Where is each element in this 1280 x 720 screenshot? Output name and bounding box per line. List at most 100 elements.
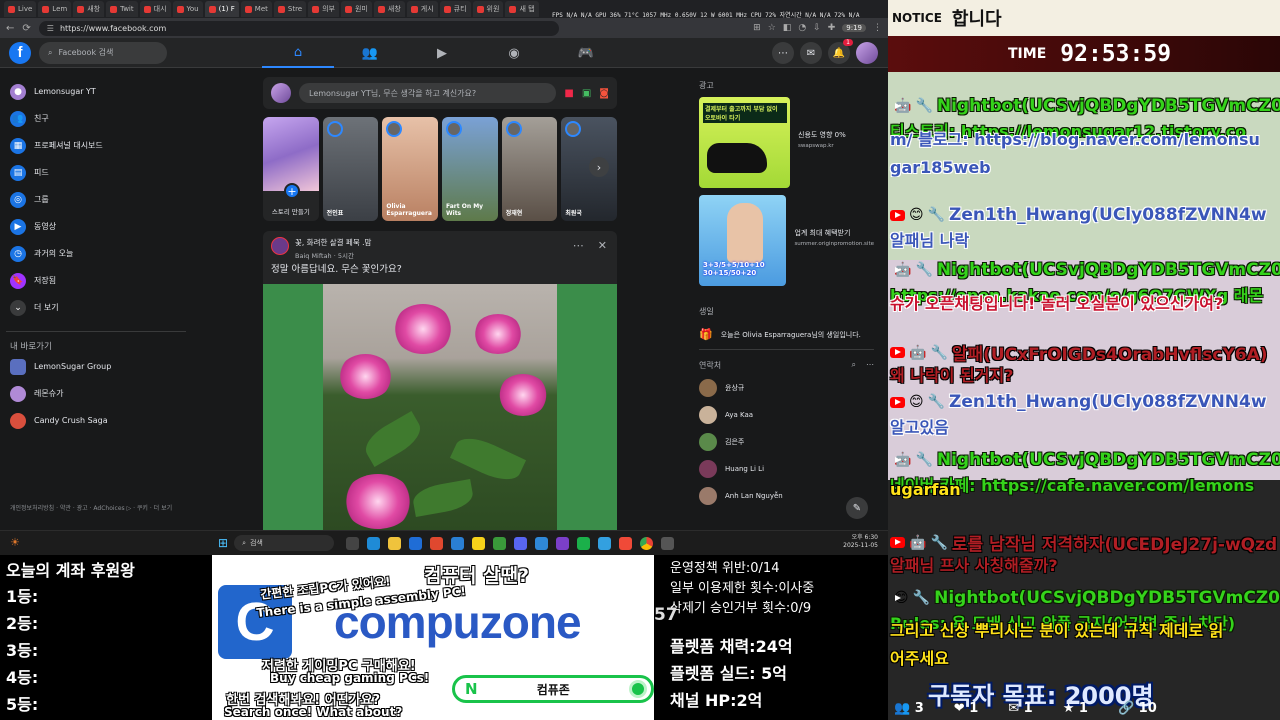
app-icon[interactable]	[619, 536, 633, 550]
sidebar-item[interactable]: ◷ 과거의 오늘	[6, 240, 186, 267]
nav-home-icon[interactable]: ⌂	[262, 38, 334, 68]
composer-avatar[interactable]	[271, 83, 291, 103]
story-card[interactable]: 전인표	[322, 117, 379, 221]
sidebar-item[interactable]: ◎ 그룹	[6, 186, 186, 213]
url-field[interactable]: ☰ https://www.facebook.com	[38, 20, 559, 36]
live-video-icon[interactable]: ■	[564, 88, 573, 99]
birthday-item[interactable]: 🎁 오늘은 Olivia Esparraguera님의 생일입니다.	[699, 320, 874, 350]
footer-links[interactable]: 개인정보처리방침 · 약관 · 광고 · AdChoices ▷ · 쿠키 · …	[10, 504, 185, 513]
app-icon[interactable]	[661, 536, 675, 550]
close-icon[interactable]: ✕	[598, 239, 607, 252]
menu-grid-icon[interactable]: ⋯	[772, 42, 794, 64]
story-card[interactable]: Fart On My Wits	[442, 117, 498, 221]
taskbar-search[interactable]: ⌕ 검색	[234, 535, 335, 551]
app-icon[interactable]	[577, 536, 591, 550]
plus-icon[interactable]: +	[284, 183, 300, 199]
contact-item[interactable]: 윤상규	[699, 374, 874, 401]
nav-groups-icon[interactable]: ◉	[478, 38, 550, 68]
post-time[interactable]: 5시간	[338, 252, 354, 260]
sponsored-ad[interactable]: 3+3/5+5/10+10 30+15/50+20 업계 최대 혜택받기 sum…	[699, 195, 874, 290]
notifications-bell-icon[interactable]: 🔔 1	[828, 39, 853, 64]
app-icon[interactable]	[430, 536, 444, 550]
composer-input[interactable]: Lemonsugar YT님, 무슨 생각을 하고 계신가요?	[299, 83, 557, 103]
contact-item[interactable]: Huang Li Li	[699, 455, 874, 482]
browser-tab[interactable]: Twit	[106, 1, 138, 17]
weather-icon[interactable]: ☀	[10, 536, 20, 549]
history-icon[interactable]: ◔	[798, 23, 806, 33]
browser-tab[interactable]: Stre	[273, 1, 307, 17]
browser-tab[interactable]: 대시	[139, 1, 171, 17]
app-icon[interactable]	[493, 536, 507, 550]
browser-tab[interactable]: Live	[4, 1, 37, 17]
search-icon[interactable]: ⌕	[852, 360, 856, 370]
sidebar-item[interactable]: ▦ 프로페셔널 대시보드	[6, 132, 186, 159]
browser-tab[interactable]: (1) F	[204, 1, 239, 17]
app-icon[interactable]	[514, 536, 528, 550]
sidebar-item[interactable]: ▶ 동영상	[6, 213, 186, 240]
app-icon[interactable]	[346, 536, 360, 550]
nav-friends-icon[interactable]: 👥	[334, 38, 406, 68]
sponsored-ad[interactable]: 결제부터 출고까지 부담 없이 오토바이 타기 신용도 영향 0% swapsw…	[699, 97, 874, 192]
reload-icon[interactable]: ⟳	[22, 23, 30, 34]
browser-tab[interactable]: You	[172, 1, 203, 17]
app-icon[interactable]	[367, 536, 381, 550]
story-card[interactable]: Olivia Esparraguera	[382, 117, 439, 221]
cast-icon[interactable]: ⊞	[753, 23, 761, 33]
more-options-icon[interactable]: ⋯	[573, 239, 584, 252]
browser-tab[interactable]: 위원	[472, 1, 504, 17]
contact-item[interactable]: Aya Kaa	[699, 401, 874, 428]
more-options-icon[interactable]: ⋯	[866, 360, 874, 370]
site-info-icon[interactable]: ☰	[47, 24, 54, 33]
browser-tab[interactable]: 새창	[73, 1, 105, 17]
sidebar-item[interactable]: 🔖 저장됨	[6, 267, 186, 294]
browser-tab[interactable]: 큐티	[439, 1, 471, 17]
sidebar-item[interactable]: ⌄ 더 보기	[6, 294, 186, 321]
shortcut-item[interactable]: LemonSugar Group	[6, 353, 186, 380]
post-group-name[interactable]: 꽃, 화려한 살결 페북 .맘	[295, 237, 371, 248]
browser-tab[interactable]: Met	[240, 1, 272, 17]
back-icon[interactable]: ←	[6, 23, 14, 34]
story-card[interactable]: 정재현	[501, 117, 558, 221]
shortcut-item[interactable]: 레몬슈가	[6, 380, 186, 407]
feeling-icon[interactable]: ◙	[599, 88, 609, 99]
sidebar-item[interactable]: ● Lemonsugar YT	[6, 78, 186, 105]
sidebar-item[interactable]: 👥 친구	[6, 105, 186, 132]
app-icon[interactable]	[409, 536, 423, 550]
nav-video-icon[interactable]: ▶	[406, 38, 478, 68]
facebook-search-input[interactable]: ⌕ Facebook 검색	[39, 41, 167, 64]
post-author[interactable]: Baiq Miftah	[295, 252, 332, 260]
photo-icon[interactable]: ▣	[582, 88, 591, 99]
sidebar-item[interactable]: ▤ 피드	[6, 159, 186, 186]
post-image[interactable]	[263, 284, 617, 530]
group-avatar[interactable]	[271, 237, 289, 255]
download-icon[interactable]: ⇩	[813, 23, 821, 33]
contact-item[interactable]: 김은주	[699, 428, 874, 455]
app-icon[interactable]	[556, 536, 570, 550]
browser-tab[interactable]: Lem	[38, 1, 72, 17]
browser-tab[interactable]: 원미	[340, 1, 372, 17]
nav-gaming-icon[interactable]: 🎮	[550, 38, 622, 68]
chevron-right-icon[interactable]: ›	[589, 157, 609, 177]
browser-tab[interactable]: 새 탭	[505, 1, 539, 17]
shortcut-item[interactable]: Candy Crush Saga	[6, 407, 186, 434]
app-icon[interactable]	[388, 536, 402, 550]
facebook-logo[interactable]: f	[9, 41, 31, 64]
app-icon[interactable]	[472, 536, 486, 550]
puzzle-icon[interactable]: ✚	[828, 23, 836, 33]
extension-icon[interactable]: ◧	[783, 23, 792, 33]
account-avatar[interactable]	[856, 42, 878, 64]
app-icon[interactable]	[451, 536, 465, 550]
browser-tab[interactable]: 게시	[406, 1, 438, 17]
create-story-card[interactable]: + 스토리 만들기	[263, 117, 319, 221]
zoom-chip[interactable]: 9:19	[842, 24, 866, 32]
browser-tab[interactable]: 새창	[373, 1, 405, 17]
chrome-icon[interactable]	[640, 536, 654, 550]
menu-icon[interactable]: ⋮	[873, 23, 882, 33]
system-tray-clock[interactable]: 오후 6:30 2025-11-05	[843, 534, 878, 550]
messenger-icon[interactable]: ✉	[800, 42, 822, 64]
windows-start-icon[interactable]: ⊞	[218, 536, 228, 550]
new-message-icon[interactable]: ✎	[846, 497, 868, 519]
bookmark-star-icon[interactable]: ☆	[768, 23, 776, 33]
app-icon[interactable]	[598, 536, 612, 550]
browser-tab[interactable]: 의부	[308, 1, 339, 17]
